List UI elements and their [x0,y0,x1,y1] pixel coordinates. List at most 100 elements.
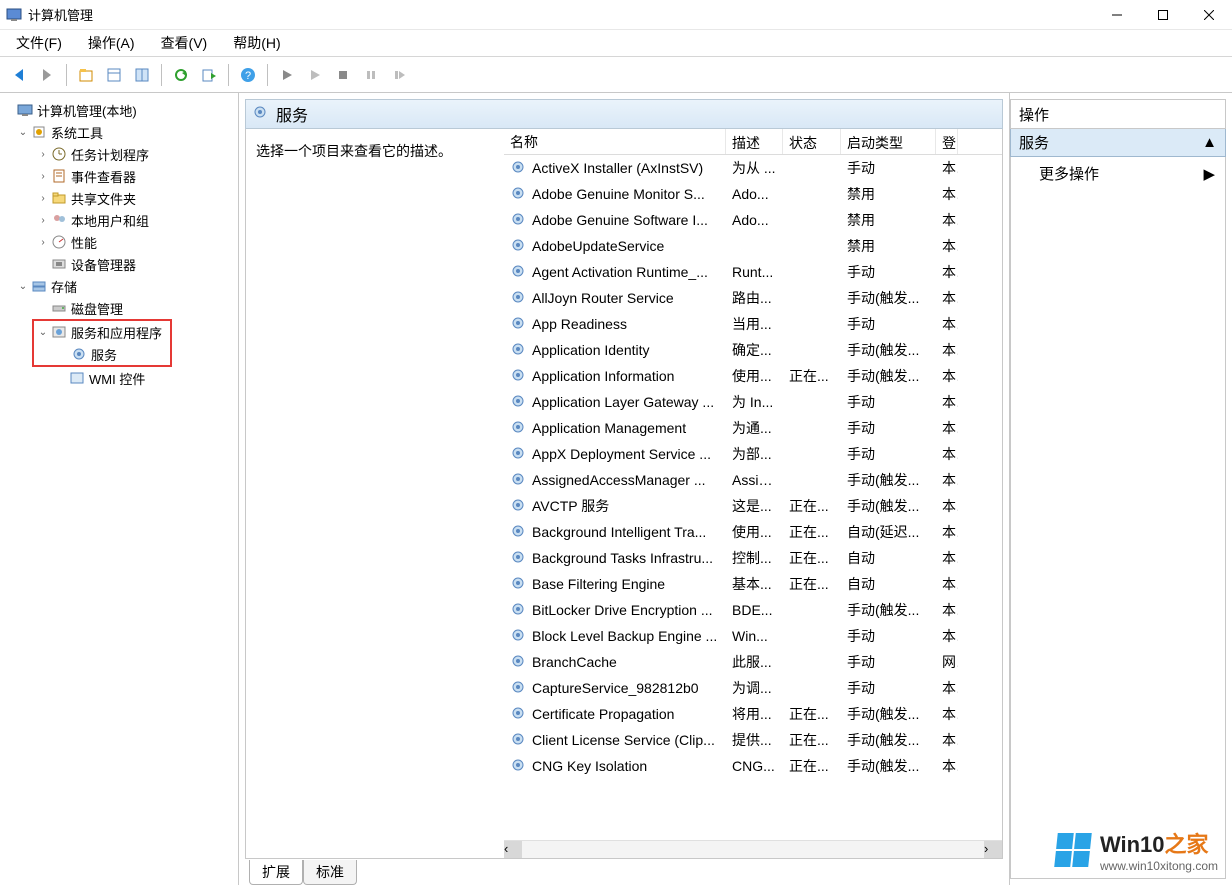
service-row[interactable]: Application Information使用...正在...手动(触发..… [504,363,1002,389]
tab-standard[interactable]: 标准 [303,860,357,885]
minimize-button[interactable] [1094,0,1140,29]
stop-service-button[interactable] [330,62,356,88]
back-button[interactable] [6,62,32,88]
menu-help[interactable]: 帮助(H) [227,31,286,55]
col-desc[interactable]: 描述 [726,129,783,154]
service-row[interactable]: CNG Key IsolationCNG...正在...手动(触发...本 [504,753,1002,779]
menu-file[interactable]: 文件(F) [10,31,68,55]
menu-action[interactable]: 操作(A) [82,31,141,55]
tree-performance[interactable]: › 性能 [2,231,236,253]
tree-disk-mgmt[interactable]: 磁盘管理 [2,297,236,319]
restart-service-button[interactable] [386,62,412,88]
service-row[interactable]: Adobe Genuine Software I...Ado...禁用本 [504,207,1002,233]
service-row[interactable]: Application Layer Gateway ...为 In...手动本 [504,389,1002,415]
service-name: AllJoyn Router Service [532,290,674,306]
expand-icon[interactable]: › [36,193,50,204]
service-row[interactable]: Application Management为通...手动本 [504,415,1002,441]
pause-service-button[interactable] [302,62,328,88]
service-logon: 本 [936,702,958,726]
service-row[interactable]: Application Identity确定...手动(触发...本 [504,337,1002,363]
help-button[interactable]: ? [235,62,261,88]
show-hide-button[interactable] [129,62,155,88]
service-row[interactable]: AllJoyn Router Service路由...手动(触发...本 [504,285,1002,311]
expand-icon[interactable]: › [36,171,50,182]
tree-label: 性能 [71,233,97,252]
close-button[interactable] [1186,0,1232,29]
service-row[interactable]: AdobeUpdateService禁用本 [504,233,1002,259]
tree-wmi[interactable]: WMI 控件 [2,367,236,389]
service-desc: 控制... [726,546,783,570]
tab-extended[interactable]: 扩展 [249,860,303,885]
service-logon: 本 [936,156,958,180]
col-logon[interactable]: 登 [936,129,958,154]
tree-services[interactable]: 服务 [36,343,168,365]
tree-root[interactable]: 计算机管理(本地) [2,99,236,121]
col-name[interactable]: 名称 [504,129,726,154]
service-row[interactable]: Base Filtering Engine基本...正在...自动本 [504,571,1002,597]
expand-icon[interactable]: › [36,149,50,160]
table-body[interactable]: ActiveX Installer (AxInstSV)为从 ...手动本Ado… [504,155,1002,840]
tree-shared-folders[interactable]: › 共享文件夹 [2,187,236,209]
forward-button[interactable] [34,62,60,88]
service-row[interactable]: CaptureService_982812b0为调...手动本 [504,675,1002,701]
service-row[interactable]: Client License Service (Clip...提供...正在..… [504,727,1002,753]
pause2-button[interactable] [358,62,384,88]
menu-view[interactable]: 查看(V) [155,31,214,55]
collapse-icon[interactable]: ⌄ [36,327,50,338]
service-row[interactable]: Background Tasks Infrastru...控制...正在...自… [504,545,1002,571]
tree-event-viewer[interactable]: › 事件查看器 [2,165,236,187]
refresh-button[interactable] [168,62,194,88]
service-row[interactable]: Agent Activation Runtime_...Runt...手动本 [504,259,1002,285]
service-row[interactable]: Block Level Backup Engine ...Win...手动本 [504,623,1002,649]
service-state [783,348,841,352]
service-desc: 基本... [726,572,783,596]
collapse-icon[interactable]: ⌄ [16,281,30,292]
maximize-button[interactable] [1140,0,1186,29]
action-more[interactable]: 更多操作 ▶ [1011,157,1225,190]
service-row[interactable]: Certificate Propagation将用...正在...手动(触发..… [504,701,1002,727]
tree-device-manager[interactable]: 设备管理器 [2,253,236,275]
service-row[interactable]: Adobe Genuine Monitor S...Ado...禁用本 [504,181,1002,207]
service-row[interactable]: ActiveX Installer (AxInstSV)为从 ...手动本 [504,155,1002,181]
service-state: 正在... [783,572,841,596]
service-startup: 自动 [841,546,936,570]
service-startup: 手动(触发... [841,598,936,622]
tree-local-users[interactable]: › 本地用户和组 [2,209,236,231]
scroll-right-button[interactable]: › [984,841,1002,858]
start-service-button[interactable] [274,62,300,88]
service-name: Application Information [532,368,674,384]
tree-system-tools[interactable]: ⌄ 系统工具 [2,121,236,143]
actions-section[interactable]: 服务 ▲ [1010,129,1226,157]
tutorial-highlight: ⌄ 服务和应用程序 服务 [32,319,172,367]
properties-button[interactable] [101,62,127,88]
panel-header: 服务 [245,99,1003,129]
service-row[interactable]: AppX Deployment Service ...为部...手动本 [504,441,1002,467]
service-desc: 为从 ... [726,156,783,180]
folder-icon [50,189,68,207]
gear-icon [510,367,526,386]
tree-services-apps[interactable]: ⌄ 服务和应用程序 [36,321,168,343]
service-row[interactable]: Background Intelligent Tra...使用...正在...自… [504,519,1002,545]
service-name: Base Filtering Engine [532,576,665,592]
service-row[interactable]: BranchCache此服...手动网 [504,649,1002,675]
expand-icon[interactable]: › [36,237,50,248]
collapse-icon[interactable]: ⌄ [16,127,30,138]
up-button[interactable] [73,62,99,88]
expand-icon[interactable]: › [36,215,50,226]
tree-storage[interactable]: ⌄ 存储 [2,275,236,297]
service-row[interactable]: BitLocker Drive Encryption ...BDE...手动(触… [504,597,1002,623]
service-row[interactable]: App Readiness当用...手动本 [504,311,1002,337]
service-row[interactable]: AVCTP 服务这是...正在...手动(触发...本 [504,493,1002,519]
service-state [783,426,841,430]
service-state: 正在... [783,754,841,778]
service-name: Adobe Genuine Software I... [532,212,708,228]
export-button[interactable] [196,62,222,88]
computer-icon [16,101,34,119]
col-state[interactable]: 状态 [783,129,841,154]
service-row[interactable]: AssignedAccessManager ...Assig...手动(触发..… [504,467,1002,493]
col-startup[interactable]: 启动类型 [841,129,936,154]
horizontal-scrollbar[interactable]: ‹ › [504,840,1002,858]
scroll-left-button[interactable]: ‹ [504,841,522,858]
service-startup: 手动(触发... [841,728,936,752]
tree-task-scheduler[interactable]: › 任务计划程序 [2,143,236,165]
